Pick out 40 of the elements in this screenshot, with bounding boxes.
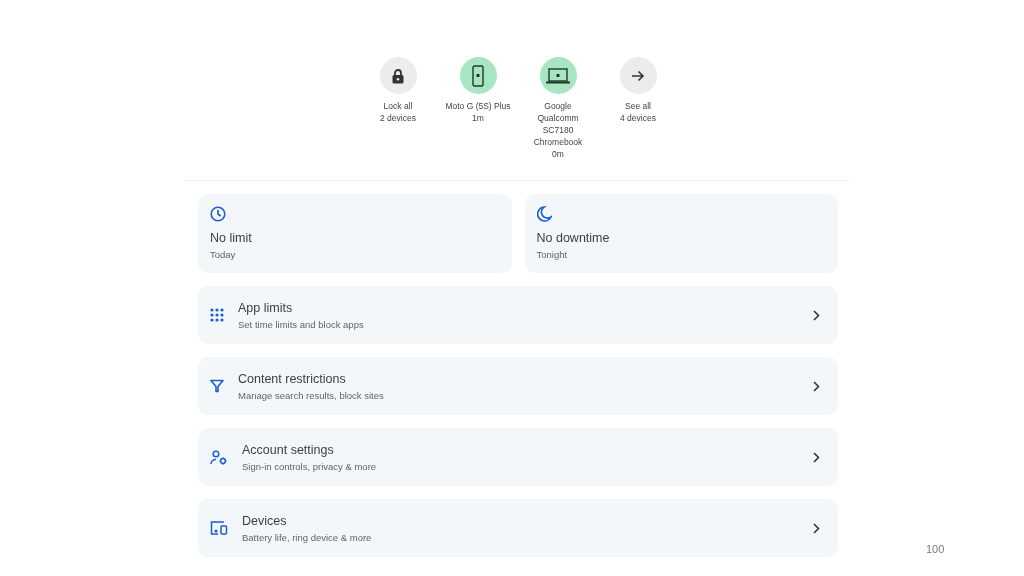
item-subtitle: Manage search results, block sites <box>238 389 384 401</box>
device-label: See all 4 devices <box>619 100 657 124</box>
card-title: No downtime <box>536 231 610 245</box>
person-gear-icon <box>210 449 228 465</box>
chevron-right-icon <box>813 309 820 321</box>
page-number: 100 <box>926 543 945 555</box>
devices-icon <box>210 521 228 535</box>
laptop-icon <box>546 67 570 84</box>
filter-icon <box>210 379 224 393</box>
chevron-right-icon <box>813 522 820 534</box>
device-button[interactable] <box>379 57 417 94</box>
phone-icon <box>472 64 484 87</box>
device-button[interactable] <box>539 57 577 94</box>
item-title: Content restrictions <box>238 371 346 386</box>
device-label: Moto G (5S) Plus 1m <box>444 100 512 124</box>
item-title: Devices <box>242 513 287 528</box>
settings-item[interactable]: Account settings Sign-in controls, privacy & more <box>198 428 838 486</box>
item-subtitle: Set time limits and block apps <box>238 318 364 330</box>
card-subtitle: Tonight <box>536 249 568 260</box>
device-button[interactable] <box>459 57 497 94</box>
device-label: Lock all 2 devices <box>379 100 417 124</box>
summary-card[interactable]: No limit Today <box>198 194 512 273</box>
item-title: Account settings <box>242 442 334 457</box>
device-label: Google Qualcomm SC7180 Chromebook 0m <box>532 100 584 160</box>
settings-item[interactable]: App limits Set time limits and block apps <box>198 286 838 344</box>
item-subtitle: Sign-in controls, privacy & more <box>242 460 377 472</box>
card-subtitle: Today <box>210 249 236 260</box>
chevron-right-icon <box>813 380 820 392</box>
summary-card[interactable]: No downtime Tonight <box>524 194 838 273</box>
item-subtitle: Battery life, ring device & more <box>242 531 372 543</box>
arrow-right-icon <box>631 68 645 83</box>
item-title: App limits <box>238 300 293 315</box>
grid-icon <box>210 308 224 322</box>
moon-icon <box>536 206 552 222</box>
settings-item[interactable]: Devices Battery life, ring device & more <box>198 499 838 557</box>
chevron-right-icon <box>813 451 820 463</box>
lock-icon <box>391 67 405 84</box>
card-title: No limit <box>210 231 252 245</box>
clock-icon <box>210 206 226 222</box>
settings-item[interactable]: Content restrictions Manage search results, block sites <box>198 357 838 415</box>
